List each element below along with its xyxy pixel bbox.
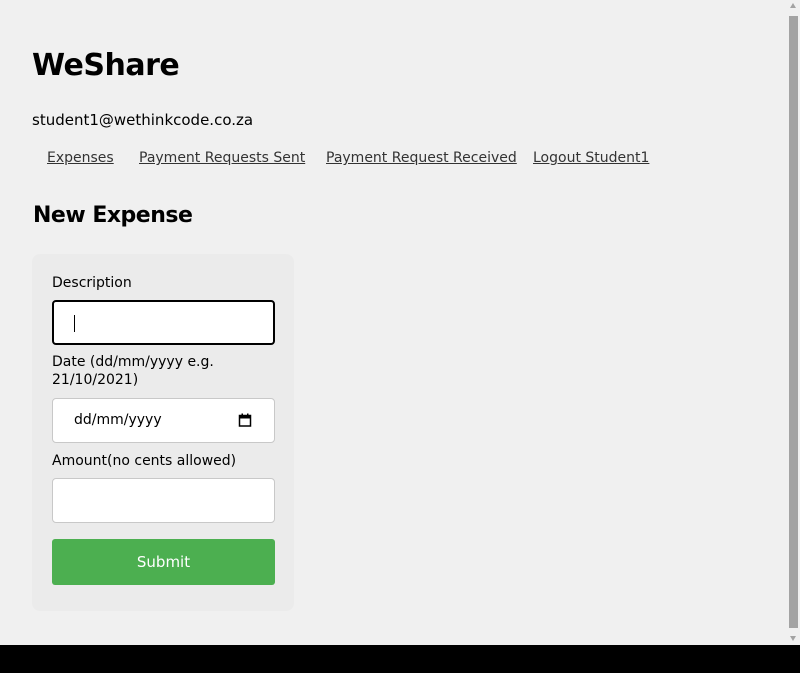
date-input[interactable]: dd/mm/yyyy	[52, 398, 275, 443]
new-expense-heading: New Expense	[33, 203, 193, 228]
user-email: student1@wethinkcode.co.za	[32, 111, 254, 129]
calendar-icon[interactable]	[238, 413, 252, 427]
submit-button[interactable]: Submit	[52, 539, 275, 585]
scroll-up-arrow-icon[interactable]	[790, 3, 796, 8]
description-input[interactable]	[52, 300, 275, 345]
nav-link-expenses[interactable]: Expenses	[47, 150, 114, 166]
nav-link-payment-request-received[interactable]: Payment Request Received	[326, 150, 517, 166]
description-label: Description	[52, 275, 132, 291]
app-title: WeShare	[32, 48, 180, 83]
new-expense-form: Description Date (dd/mm/yyyy e.g. 21/10/…	[32, 254, 294, 611]
scroll-down-arrow-icon[interactable]	[790, 636, 796, 641]
date-placeholder: dd/mm/yyyy	[74, 412, 162, 428]
amount-label: Amount(no cents allowed)	[52, 453, 237, 469]
bottom-bar	[0, 645, 800, 673]
vertical-scrollbar[interactable]	[787, 0, 800, 645]
page-viewport: WeShare student1@wethinkcode.co.za Expen…	[0, 0, 787, 645]
nav-link-logout[interactable]: Logout Student1	[533, 150, 649, 166]
text-caret	[74, 315, 75, 332]
date-label: Date (dd/mm/yyyy e.g. 21/10/2021)	[52, 354, 214, 388]
nav-link-payment-requests-sent[interactable]: Payment Requests Sent	[139, 150, 305, 166]
scrollbar-thumb[interactable]	[789, 16, 798, 628]
amount-input[interactable]	[52, 478, 275, 523]
